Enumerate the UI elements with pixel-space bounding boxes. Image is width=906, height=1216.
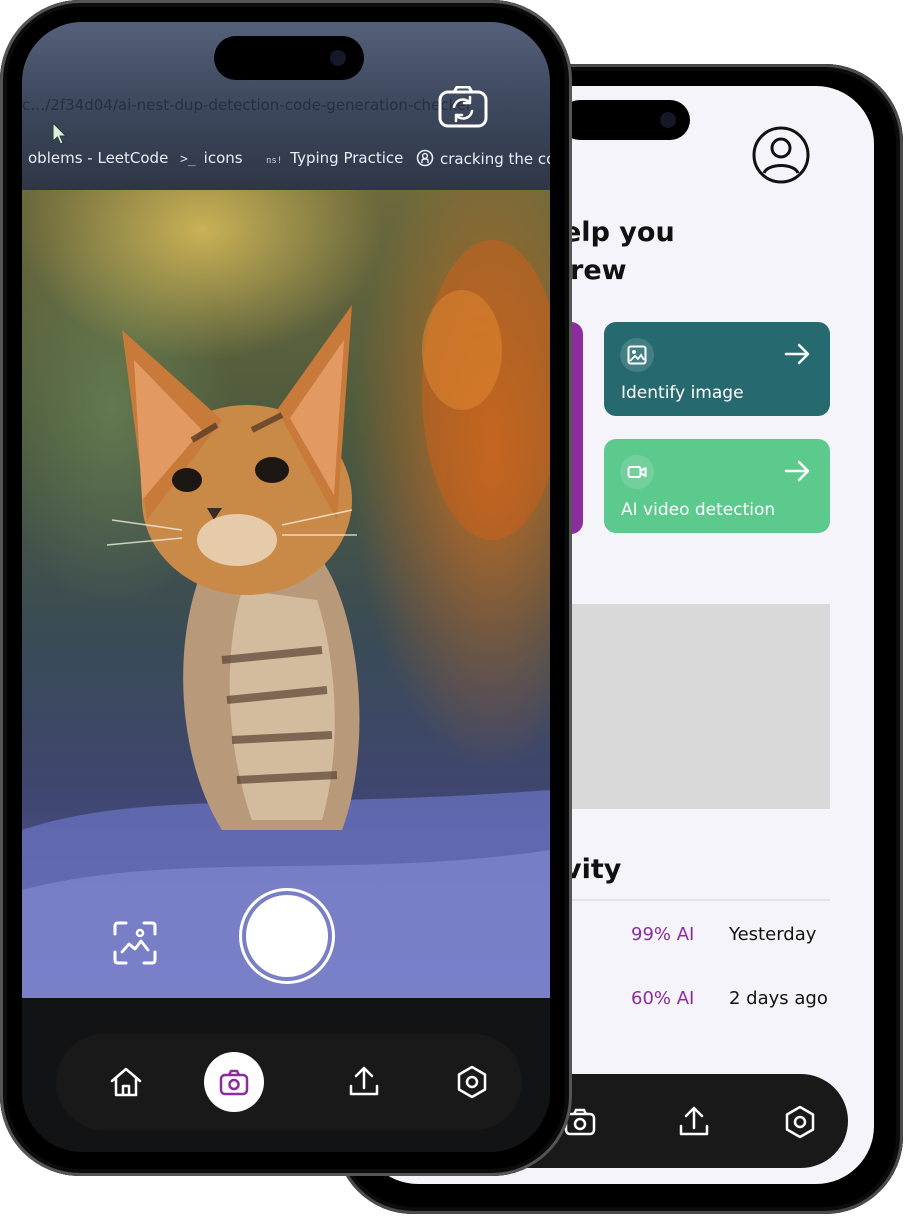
arrow-right-icon — [784, 343, 810, 365]
front-phone-frame: c…/2f34d04/ai-nest-dup-detection-code-ge… — [0, 0, 572, 1176]
settings-icon[interactable] — [782, 1104, 818, 1140]
dynamic-island — [560, 100, 690, 140]
ai-video-detection-card[interactable]: AI video detection — [604, 439, 830, 533]
home-icon[interactable] — [108, 1064, 144, 1100]
bookmark-item: ns! Typing Practice — [266, 149, 404, 167]
url-text: c…/2f34d04/ai-nest-dup-detection-code-ge… — [22, 96, 473, 114]
kitten-image — [22, 240, 550, 998]
camera-icon — [219, 1069, 249, 1096]
terminal-icon: >_ — [180, 152, 196, 167]
bookmark-item: cracking the co — [416, 149, 550, 168]
flip-camera-icon[interactable] — [438, 86, 488, 128]
arrow-right-icon — [784, 460, 810, 482]
shutter-button-inner — [246, 895, 328, 977]
shutter-button[interactable] — [239, 888, 335, 984]
mockup-stage: elp you rew Identify image AI video dete… — [0, 0, 906, 1216]
identify-image-card[interactable]: Identify image — [604, 322, 830, 416]
identify-image-label: Identify image — [621, 383, 744, 403]
ai-video-detection-label: AI video detection — [621, 500, 776, 520]
activity-score: 60% AI — [631, 988, 695, 1009]
camera-preview — [22, 190, 550, 998]
activity-score: 99% AI — [631, 924, 695, 945]
mouse-cursor-icon — [52, 122, 68, 145]
gallery-scan-icon[interactable] — [112, 920, 158, 966]
activity-time: Yesterday — [729, 924, 817, 945]
camera-screen: c…/2f34d04/ai-nest-dup-detection-code-ge… — [22, 22, 550, 1152]
settings-icon[interactable] — [454, 1064, 490, 1100]
github-icon — [416, 149, 434, 167]
video-icon — [620, 455, 654, 489]
upload-icon[interactable] — [346, 1064, 382, 1100]
bookmark-item: >_ icons — [180, 149, 243, 167]
bookmark-item: oblems - LeetCode — [28, 149, 169, 167]
activity-time: 2 days ago — [729, 988, 828, 1009]
dynamic-island — [214, 36, 364, 80]
image-icon — [620, 338, 654, 372]
typing-icon: ns! — [266, 156, 283, 166]
bottom-nav-bar — [56, 1034, 522, 1130]
upload-icon[interactable] — [676, 1104, 712, 1140]
profile-avatar-icon[interactable] — [752, 126, 810, 184]
camera-nav-button-active[interactable] — [204, 1052, 264, 1112]
